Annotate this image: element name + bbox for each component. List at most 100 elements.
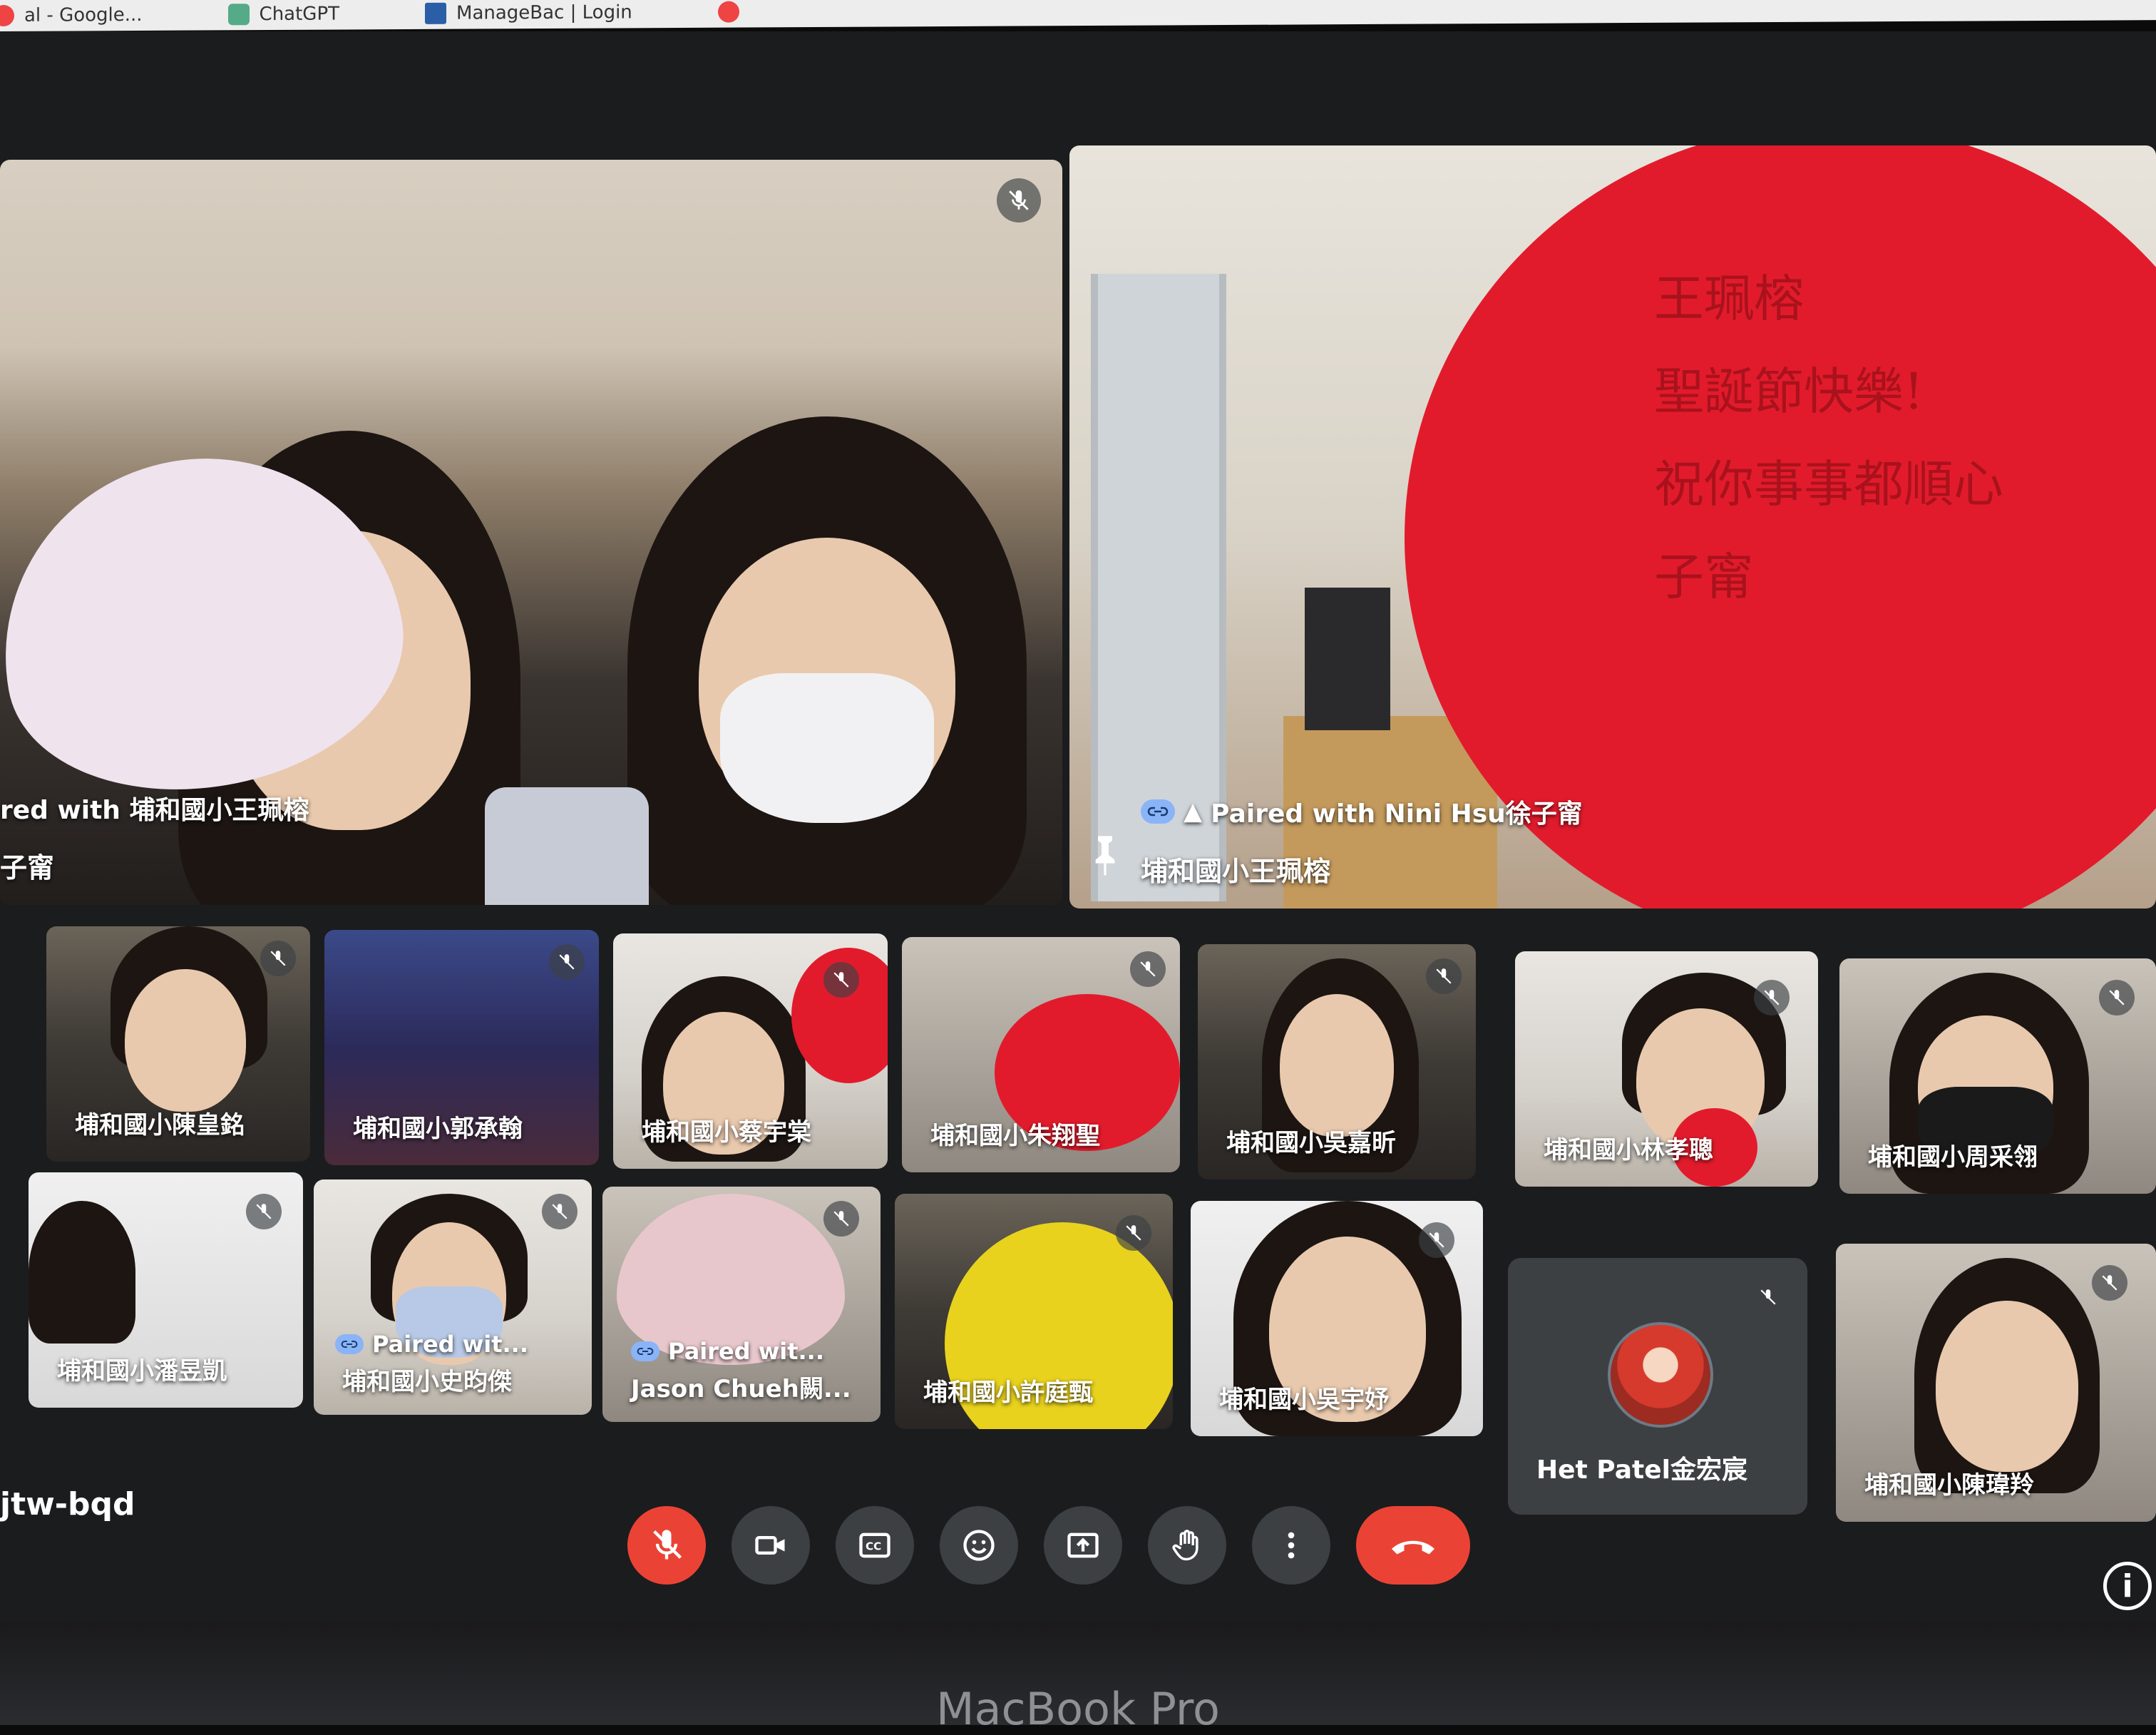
mic-off-icon xyxy=(549,944,585,980)
participant-tile[interactable]: Paired wit... Jason Chueh闕... xyxy=(602,1187,881,1422)
bookmark-google[interactable]: al - Google... xyxy=(0,4,143,27)
participant-name: 埔和國小周采翎 xyxy=(1868,1143,2038,1172)
mic-off-icon xyxy=(1426,958,1462,994)
meeting-code: jtw-bqd xyxy=(0,1486,135,1522)
participant-name: 埔和國小郭承翰 xyxy=(353,1115,523,1143)
paired-label: red with 埔和國小王珮榕 xyxy=(0,789,309,826)
participant-tile[interactable]: 埔和國小許庭甄 xyxy=(895,1194,1173,1429)
paired-label: Paired wit... xyxy=(631,1338,824,1365)
mic-off-icon xyxy=(823,962,859,998)
participant-tile[interactable]: 埔和國小吳嘉昕 xyxy=(1198,944,1476,1179)
mic-off-icon xyxy=(653,1530,682,1560)
pin-icon[interactable] xyxy=(1091,834,1119,876)
featured-tile-1[interactable]: red with 埔和國小王珮榕 子甯 xyxy=(0,160,1062,905)
mic-off-button[interactable] xyxy=(627,1506,706,1585)
bookmark-managebac[interactable]: ManageBac | Login xyxy=(425,1,632,24)
bookmark-extra[interactable] xyxy=(717,1,739,23)
participant-tile[interactable]: 埔和國小蔡宇棠 xyxy=(613,933,888,1169)
participant-tile[interactable]: 埔和國小陳瑋羚 xyxy=(1836,1244,2156,1522)
paired-text: Paired wit... xyxy=(372,1331,528,1358)
mic-off-icon xyxy=(1750,1279,1786,1315)
participant-name: 埔和國小朱翔聖 xyxy=(930,1122,1100,1150)
mic-off-icon xyxy=(260,941,296,976)
participant-name: 埔和國小陳皇銘 xyxy=(75,1111,245,1140)
paired-text: Paired wit... xyxy=(668,1338,824,1365)
participant-video xyxy=(720,673,934,823)
paired-text: red with 埔和國小王珮榕 xyxy=(0,796,309,825)
more-options-button[interactable] xyxy=(1252,1506,1330,1585)
present-button[interactable] xyxy=(1044,1506,1122,1585)
more-vert-icon xyxy=(1288,1532,1295,1559)
participant-video xyxy=(1936,1301,2078,1472)
chatgpt-icon xyxy=(227,4,250,26)
mic-off-icon xyxy=(1754,980,1790,1015)
card-handwriting: 王珮榕 聖誕節快樂! 祝你事事都順心 子甯 xyxy=(1654,270,2003,606)
paired-label: Paired wit... xyxy=(335,1331,528,1358)
featured-tile-2[interactable]: 王珮榕 聖誕節快樂! 祝你事事都順心 子甯 ▲ Paired with Nini… xyxy=(1069,145,2156,909)
participant-tile[interactable]: 埔和國小潘昱凱 xyxy=(29,1172,303,1408)
participant-tile[interactable]: 埔和國小郭承翰 xyxy=(324,930,599,1165)
bookmark-label: ManageBac | Login xyxy=(456,1,632,24)
mic-off-icon xyxy=(997,178,1041,222)
hang-up-icon xyxy=(1392,1540,1434,1555)
participant-name: 埔和國小許庭甄 xyxy=(923,1378,1093,1407)
present-icon xyxy=(1067,1532,1099,1558)
participant-name: Jason Chueh闕... xyxy=(631,1375,851,1403)
participant-name: 埔和國小史昀傑 xyxy=(342,1368,512,1396)
participant-video xyxy=(125,969,246,1112)
participant-video xyxy=(29,1201,135,1344)
mic-off-icon xyxy=(1130,951,1166,987)
camera-button[interactable] xyxy=(732,1506,810,1585)
reactions-button[interactable] xyxy=(940,1506,1018,1585)
participant-tile[interactable]: 埔和國小林孝聰 xyxy=(1515,951,1818,1187)
hand-icon xyxy=(1172,1530,1198,1561)
participant-name: 埔和國小蔡宇棠 xyxy=(642,1118,811,1147)
bookmark-label: al - Google... xyxy=(24,4,143,26)
cc-icon: CC xyxy=(859,1532,890,1558)
mic-off-icon xyxy=(246,1194,282,1229)
mic-off-icon xyxy=(1116,1215,1151,1251)
info-icon[interactable]: i xyxy=(2103,1562,2152,1610)
google-icon xyxy=(0,4,14,27)
bookmark-label: ChatGPT xyxy=(259,3,340,26)
held-phone xyxy=(485,787,649,905)
paired-text: Paired with Nini Hsu徐子甯 xyxy=(1211,799,1583,829)
paired-label: ▲ Paired with Nini Hsu徐子甯 xyxy=(1141,793,1583,830)
participant-tile[interactable]: Paired wit... 埔和國小史昀傑 xyxy=(314,1179,592,1415)
raise-hand-button[interactable] xyxy=(1148,1506,1226,1585)
participant-name: 埔和國小吳嘉昕 xyxy=(1226,1129,1396,1157)
participant-name: 埔和國小陳瑋羚 xyxy=(1864,1471,2034,1500)
avatar xyxy=(1608,1322,1713,1428)
link-icon xyxy=(631,1341,659,1361)
mic-off-icon xyxy=(823,1201,859,1237)
bookmark-icon xyxy=(717,1,739,23)
link-icon xyxy=(335,1334,364,1354)
mic-off-icon xyxy=(2099,980,2135,1015)
participant-name: 埔和國小潘昱凱 xyxy=(57,1357,227,1386)
participant-tile[interactable]: 埔和國小吳宇妤 xyxy=(1191,1201,1483,1436)
shelves xyxy=(1305,588,1390,730)
reaction-icon: ▲ xyxy=(1184,797,1203,826)
managebac-icon xyxy=(425,2,447,24)
bookmarks-bar: al - Google... ChatGPT ManageBac | Login xyxy=(0,0,2156,31)
mic-off-icon xyxy=(542,1194,578,1229)
bookmark-chatgpt[interactable]: ChatGPT xyxy=(227,3,340,26)
participant-tile-avatar[interactable]: Het Patel金宏宸 xyxy=(1508,1258,1807,1515)
participant-tile[interactable]: 埔和國小周采翎 xyxy=(1839,958,2156,1194)
svg-text:CC: CC xyxy=(866,1540,881,1553)
link-icon xyxy=(1141,799,1175,824)
participant-name: Het Patel金宏宸 xyxy=(1536,1455,1747,1485)
captions-button[interactable]: CC xyxy=(836,1506,914,1585)
participant-name: 埔和國小吳宇妤 xyxy=(1219,1386,1389,1414)
participant-name: 子甯 xyxy=(0,852,55,884)
participant-tile[interactable]: 埔和國小陳皇銘 xyxy=(46,926,310,1162)
device-label: MacBook Pro xyxy=(936,1683,1220,1735)
call-controls: CC xyxy=(627,1499,1470,1592)
emoji-icon xyxy=(963,1530,995,1561)
participant-tile[interactable]: 埔和國小朱翔聖 xyxy=(902,937,1180,1172)
mic-off-icon xyxy=(1419,1222,1454,1258)
camera-icon xyxy=(755,1536,785,1555)
leave-call-button[interactable] xyxy=(1356,1506,1470,1585)
participant-name: 埔和國小王珮榕 xyxy=(1141,856,1331,887)
meet-screen: red with 埔和國小王珮榕 子甯 王珮榕 聖誕節快樂! 祝你事事都順心 子… xyxy=(0,31,2156,1622)
